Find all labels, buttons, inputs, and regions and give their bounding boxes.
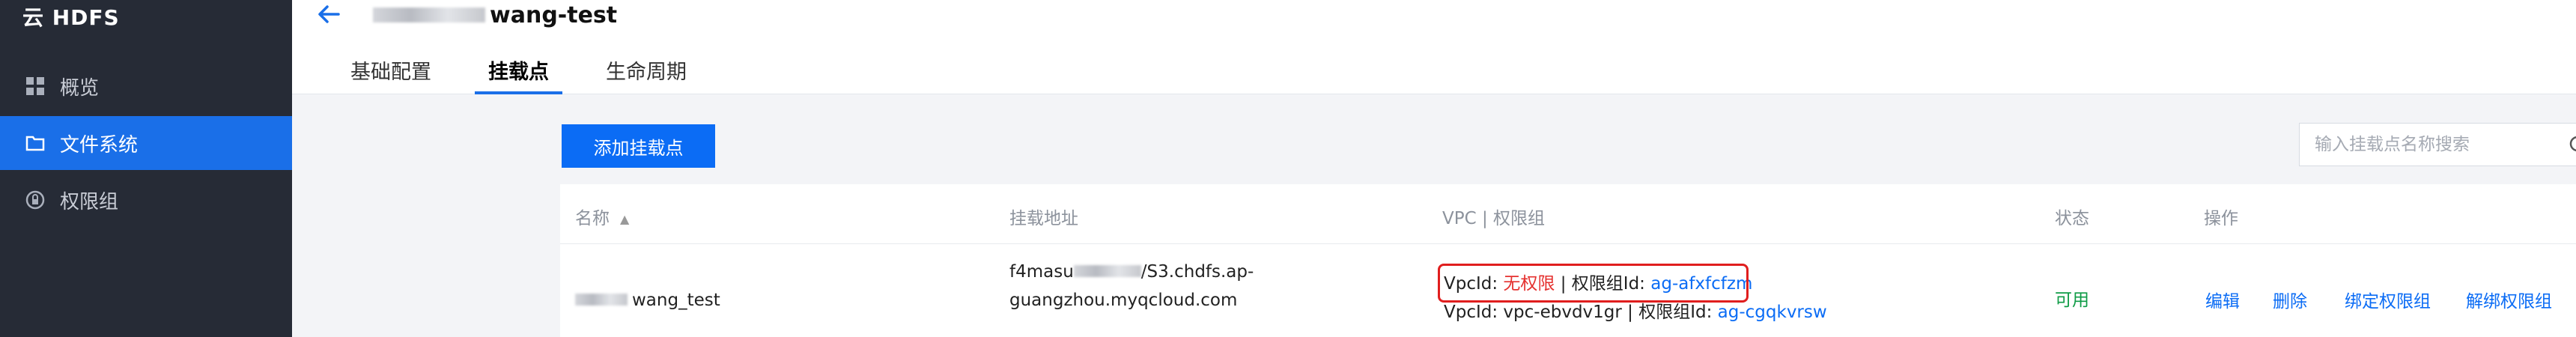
search-input[interactable] <box>2315 135 2539 154</box>
sidebar-item-file-system[interactable]: 文件系统 <box>0 116 292 170</box>
unbind-permission-group-button[interactable]: 解绑权限组 <box>2466 288 2552 316</box>
tab-mount-point[interactable]: 挂载点 <box>475 45 562 94</box>
sidebar-item-label: 权限组 <box>60 190 119 213</box>
search-box <box>2299 123 2576 166</box>
folder-icon <box>24 132 46 154</box>
cell-name: wang_test <box>575 286 720 315</box>
tab-bar: 基础配置 挂载点 生命周期 <box>337 45 730 94</box>
redacted-text <box>1073 265 1141 277</box>
permission-group-link[interactable]: ag-cgqkvrsw <box>1718 303 1827 322</box>
tab-basic-config[interactable]: 基础配置 <box>337 45 445 94</box>
status-badge: 可用 <box>2055 291 2089 310</box>
add-mount-point-button[interactable]: 添加挂载点 <box>562 124 715 168</box>
sidebar-item-permission-group[interactable]: 权限组 <box>0 173 292 227</box>
tab-lifecycle[interactable]: 生命周期 <box>592 45 700 94</box>
redacted-text <box>373 7 485 22</box>
column-header-name[interactable]: 名称 ▲ <box>575 204 629 229</box>
highlight-annotation <box>1438 264 1749 303</box>
cell-address: f4masu/S3.chdfs.ap- guangzhou.myqcloud.c… <box>1009 262 1254 310</box>
grid-icon <box>24 75 46 97</box>
sidebar-item-label: 文件系统 <box>60 133 139 157</box>
redacted-text <box>575 294 628 306</box>
column-header-status: 状态 <box>2055 209 2089 228</box>
table-header: 名称 ▲ 挂载地址 VPC | 权限组 状态 操作 <box>560 184 2576 244</box>
search-icon[interactable] <box>2568 134 2576 157</box>
column-header-vpc: VPC | 权限组 <box>1442 209 1546 228</box>
sidebar-item-overview[interactable]: 概览 <box>0 59 292 113</box>
page-title-wrap: wang-test <box>373 0 617 30</box>
bind-permission-group-button[interactable]: 绑定权限组 <box>2345 288 2431 316</box>
permission-icon <box>24 189 46 211</box>
edit-button[interactable]: 编辑 <box>2205 288 2240 316</box>
back-arrow-icon[interactable] <box>316 1 341 27</box>
sort-icon[interactable]: ▲ <box>620 212 629 226</box>
column-header-address: 挂载地址 <box>1009 209 1078 228</box>
page-title: wang-test <box>490 1 618 28</box>
sidebar: 云 HDFS 概览 文件系统 权限组 <box>0 0 292 337</box>
sidebar-item-label: 概览 <box>60 76 100 100</box>
brand-logo: 云 HDFS <box>22 5 120 30</box>
mount-point-table: 名称 ▲ 挂载地址 VPC | 权限组 状态 操作 wang_test f4mas… <box>560 184 2576 337</box>
delete-button[interactable]: 删除 <box>2273 288 2307 316</box>
page-header: wang-test 基础配置 挂载点 生命周期 <box>292 0 2576 94</box>
column-header-actions: 操作 <box>2204 209 2238 228</box>
